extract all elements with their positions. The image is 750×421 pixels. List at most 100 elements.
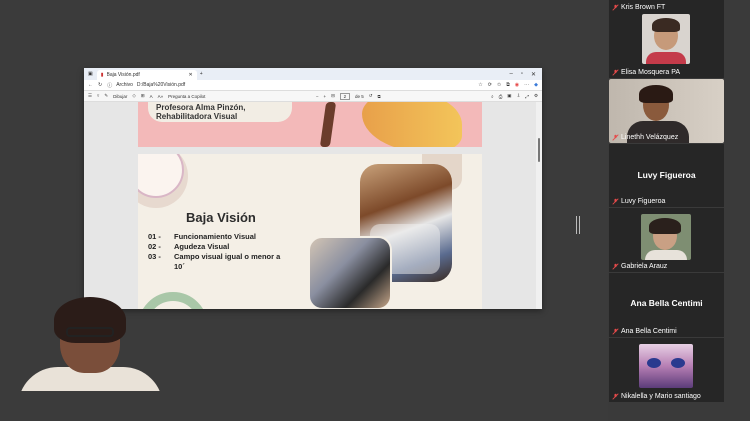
participant-video xyxy=(642,14,690,64)
list-item: 03 - Campo visual igual o menor a xyxy=(148,252,281,261)
reload-icon[interactable]: ⟳ xyxy=(488,82,492,88)
print-icon[interactable]: ⎙ xyxy=(499,94,503,99)
slide-list: 01 - Funcionamiento Visual 02 - Agudeza Vi… xyxy=(148,232,280,272)
muted-mic-icon xyxy=(612,198,619,205)
participant-name: Gabriela Arauz xyxy=(612,263,667,270)
settings-icon[interactable]: ⚙ xyxy=(534,93,538,99)
fit-page-icon[interactable]: ⊟ xyxy=(331,93,335,99)
favorites-icon[interactable]: ✩ xyxy=(497,82,501,88)
extension-icon[interactable]: ◉ xyxy=(515,82,519,88)
slide-title: Baja Visión xyxy=(186,210,256,225)
scrollbar[interactable] xyxy=(536,102,542,309)
participant-avatar-image xyxy=(639,344,693,388)
participant-hair xyxy=(652,18,680,32)
tab-title: Baja Visión.pdf xyxy=(106,72,140,78)
participant-shirt xyxy=(646,52,686,64)
participant-tile[interactable]: Luvy Figueroa Luvy Figueroa xyxy=(609,144,724,207)
address-bar: ← ↻ ⓘ Archivo D:/Baja%20Visión.pdf ☆ ⟳ ✩… xyxy=(84,80,542,91)
scrollbar-thumb[interactable] xyxy=(538,138,540,162)
participant-tile[interactable]: Gabriela Arauz xyxy=(609,208,724,272)
zoom-out-icon[interactable]: − xyxy=(316,94,319,99)
list-item: 02 - Agudeza Visual xyxy=(148,242,230,251)
zoom-in-icon[interactable]: + xyxy=(324,94,327,99)
participant-tile[interactable]: Linethh Velázquez xyxy=(609,79,724,143)
pdf-toolbar: ☰ ▿ ✎ Dibujar ◇ ⊞ A A» Pregunta a Copilo… xyxy=(84,91,542,102)
rotate-icon[interactable]: ↺ xyxy=(369,93,373,99)
credit-line-2: Rehabilitadora Visual xyxy=(156,112,238,121)
save-icon[interactable]: ▣ xyxy=(507,93,511,99)
anime-eye-left xyxy=(647,358,661,368)
tab-bar: ▣ ▮ Baja Visión.pdf ✕ + – ▫ ✕ xyxy=(84,68,542,80)
new-tab-icon[interactable]: + xyxy=(197,71,203,77)
resize-handle[interactable] xyxy=(576,216,580,234)
filter-icon[interactable]: ▿ xyxy=(97,93,99,99)
save-as-icon[interactable]: ⇩ xyxy=(517,93,521,99)
draw-icon[interactable]: ✎ xyxy=(104,93,108,99)
pdf-page-2: Baja Visión 01 - Funcionamiento Visual 02… xyxy=(138,154,482,309)
search-icon[interactable]: ⌕ xyxy=(491,94,494,99)
photo-child-reading xyxy=(308,236,392,309)
page-total: de 5 xyxy=(354,93,364,99)
page-view-icon[interactable]: ⧉ xyxy=(377,94,380,99)
muted-mic-icon xyxy=(612,4,619,11)
muted-mic-icon xyxy=(612,134,619,141)
more-icon[interactable]: ⋯ xyxy=(524,82,529,88)
url-text: D:/Baja%20Visión.pdf xyxy=(136,82,186,88)
draw-label[interactable]: Dibujar xyxy=(113,94,127,99)
decorative-swoosh xyxy=(362,102,462,147)
participant-name: Elisa Mosquera PA xyxy=(612,69,680,76)
url-field[interactable]: ⓘ Archivo D:/Baja%20Visión.pdf xyxy=(107,82,473,89)
muted-mic-icon xyxy=(612,69,619,76)
fullscreen-icon[interactable]: ⤢ xyxy=(525,94,529,99)
muted-mic-icon xyxy=(612,263,619,270)
presenter-glasses xyxy=(66,327,114,337)
list-item: 01 - Funcionamiento Visual xyxy=(148,232,256,241)
credit-line-1: Profesora Alma Pinzón, xyxy=(156,103,246,112)
window-menu-icon[interactable]: ▣ xyxy=(84,71,97,77)
read-aloud-icon[interactable]: A» xyxy=(158,94,164,99)
participant-name: Kris Brown FT xyxy=(612,4,665,11)
refresh-icon[interactable]: ↻ xyxy=(98,82,102,88)
maximize-icon[interactable]: ▫ xyxy=(521,71,523,78)
eraser-icon[interactable]: ◇ xyxy=(132,93,135,99)
copilot-label[interactable]: Pregunta a Copilot xyxy=(168,94,205,99)
participant-display-name: Ana Bella Centimi xyxy=(630,298,703,308)
shared-screen-area: ▣ ▮ Baja Visión.pdf ✕ + – ▫ ✕ ← ↻ ⓘ Arch… xyxy=(0,0,608,421)
text-size-icon[interactable]: A xyxy=(150,94,153,99)
decorative-stripe xyxy=(319,102,337,147)
star-icon[interactable]: ☆ xyxy=(478,82,482,88)
browser-window: ▣ ▮ Baja Visión.pdf ✕ + – ▫ ✕ ← ↻ ⓘ Arch… xyxy=(84,68,542,309)
close-window-icon[interactable]: ✕ xyxy=(531,71,536,78)
anime-eye-right xyxy=(671,358,685,368)
page-number-input[interactable]: 2 xyxy=(339,92,350,100)
participant-name: Ana Bella Centimi xyxy=(612,328,677,335)
contents-icon[interactable]: ☰ xyxy=(88,93,92,99)
url-prefix: Archivo xyxy=(116,82,133,88)
pdf-icon: ▮ xyxy=(100,72,104,78)
close-tab-icon[interactable]: ✕ xyxy=(189,72,193,78)
minimize-icon[interactable]: – xyxy=(509,71,512,78)
participant-video xyxy=(641,214,691,260)
pdf-viewer[interactable]: Profesora Alma Pinzón, Rehabilitadora Vi… xyxy=(84,102,542,309)
participant-display-name: Luvy Figueroa xyxy=(637,170,696,180)
textbox-icon[interactable]: ⊞ xyxy=(141,93,145,99)
file-icon: ⓘ xyxy=(107,82,113,89)
presenter-video xyxy=(10,297,160,391)
participant-tile[interactable]: Kris Brown FT xyxy=(609,0,724,13)
back-icon[interactable]: ← xyxy=(88,82,93,88)
participant-name: Luvy Figueroa xyxy=(612,198,665,205)
participant-name: Nikalella y Mario santiago xyxy=(612,393,701,400)
presenter-credit: Profesora Alma Pinzón, Rehabilitadora Vi… xyxy=(148,102,292,122)
participant-tile[interactable]: Nikalella y Mario santiago xyxy=(609,338,724,402)
participant-tile[interactable]: Elisa Mosquera PA xyxy=(609,13,724,78)
browser-tab[interactable]: ▮ Baja Visión.pdf ✕ xyxy=(96,70,197,80)
list-item: 10´ xyxy=(174,262,185,271)
participant-name: Linethh Velázquez xyxy=(612,134,678,141)
participant-hair xyxy=(649,218,681,234)
participant-tile[interactable]: Ana Bella Centimi Ana Bella Centimi xyxy=(609,273,724,337)
pdf-page-1: Profesora Alma Pinzón, Rehabilitadora Vi… xyxy=(138,102,482,147)
muted-mic-icon xyxy=(612,328,619,335)
copilot-icon[interactable]: ◆ xyxy=(534,82,538,88)
participant-shirt xyxy=(645,250,687,260)
collections-icon[interactable]: ⧉ xyxy=(506,82,510,88)
